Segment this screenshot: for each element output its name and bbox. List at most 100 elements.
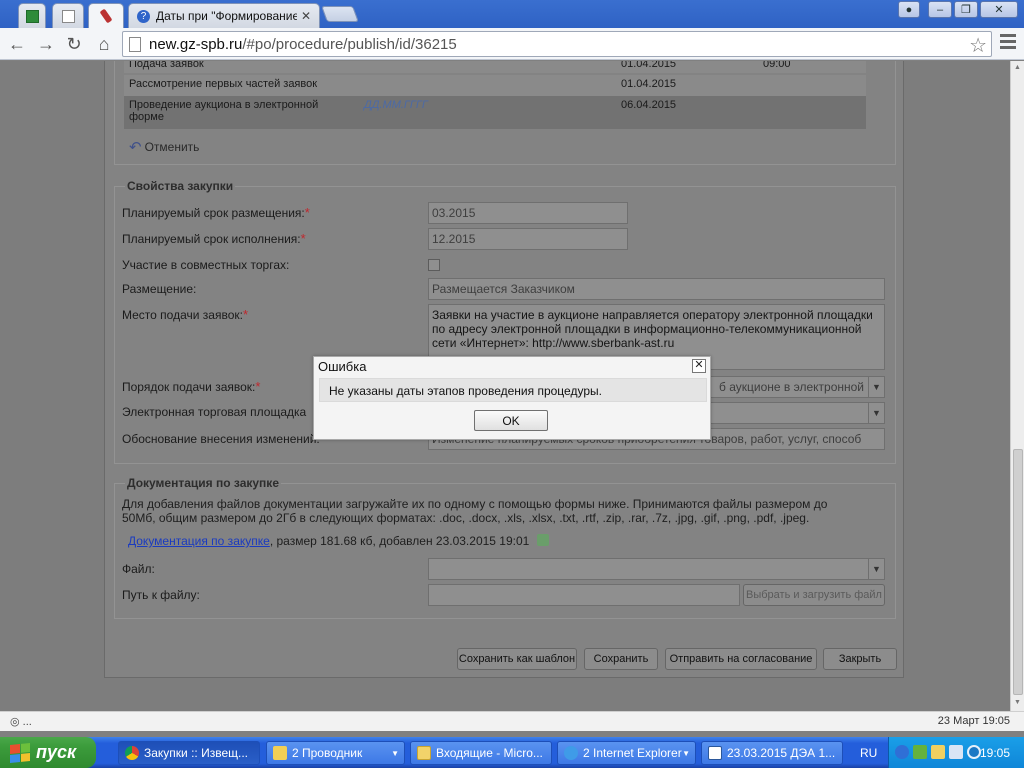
- spreadsheet-icon: [25, 9, 39, 23]
- close-icon[interactable]: ✕: [301, 9, 311, 23]
- tab-tools[interactable]: [88, 3, 124, 28]
- status-datetime: 23 Март 19:05: [937, 715, 1010, 727]
- new-tab-button[interactable]: [321, 6, 359, 22]
- stage-date: 01.04.2015: [621, 61, 677, 70]
- joint-trading-checkbox[interactable]: [428, 259, 440, 271]
- task-label: Закупки :: Извещ...: [144, 746, 249, 760]
- tab-active-page[interactable]: ? Даты при "Формирование и ✕: [128, 3, 320, 28]
- taskbar-item-outlook[interactable]: Входящие - Micro...: [410, 741, 552, 765]
- change-reason-label: Обоснование внесения изменений:: [122, 432, 320, 446]
- upload-file-button[interactable]: Выбрать и загрузить файл: [743, 584, 885, 606]
- doc-entry: Документация по закупке, размер 181.68 к…: [128, 534, 549, 548]
- menu-icon[interactable]: [1000, 34, 1016, 52]
- outlook-icon: [417, 746, 431, 760]
- status-left: ◎ ...: [10, 716, 32, 728]
- task-label: 2 Проводник: [292, 746, 363, 760]
- tab-title: Даты при "Формирование и: [156, 9, 297, 23]
- file-path-label: Путь к файлу:: [122, 588, 200, 602]
- doc-meta: , размер 181.68 кб, добавлен 23.03.2015 …: [269, 534, 530, 548]
- delete-file-icon[interactable]: [536, 534, 549, 546]
- browser-tabstrip: ? Даты при "Формирование и ✕ ● – ❐ ✕: [0, 0, 1024, 28]
- network-icon[interactable]: [913, 745, 927, 759]
- display-icon[interactable]: [949, 745, 963, 759]
- planned-placement-field[interactable]: 03.2015: [428, 202, 628, 224]
- stage-name: Подача заявок: [129, 61, 204, 70]
- profile-icon[interactable]: ●: [898, 1, 920, 18]
- ok-button[interactable]: OK: [474, 410, 548, 431]
- taskbar-item-word[interactable]: 23.03.2015 ДЭА 1...: [701, 741, 843, 765]
- error-dialog: Ошибка ✕ Не указаны даты этапов проведен…: [313, 356, 711, 440]
- browser-toolbar: ← → ↻ ⌂ new.gz-spb.ru/#po/procedure/publ…: [0, 28, 1024, 60]
- placement-label: Размещение:: [122, 282, 197, 296]
- close-button[interactable]: Закрыть: [823, 648, 897, 670]
- planned-execution-field[interactable]: 12.2015: [428, 228, 628, 250]
- stage-date: 01.04.2015: [621, 78, 677, 90]
- task-label: Входящие - Micro...: [436, 746, 543, 760]
- scroll-down-icon[interactable]: ▼: [1014, 699, 1021, 706]
- taskbar-item-explorer[interactable]: 2 Проводник ▼: [266, 741, 405, 765]
- status-bar: ◎ ... 23 Март 19:05: [0, 711, 1024, 731]
- save-template-button[interactable]: Сохранить как шаблон: [457, 648, 577, 670]
- application-place-text: Заявки на участие в аукционе направляетс…: [432, 308, 873, 350]
- stage-time: 09:00: [763, 61, 791, 70]
- language-indicator[interactable]: RU: [860, 746, 877, 760]
- stage-name: Проведение аукциона в электронной форме: [129, 99, 319, 123]
- platform-label: Электронная торговая площадка: [122, 405, 307, 419]
- stage-date: 06.04.2015: [621, 99, 677, 111]
- docs-info-text: Для добавления файлов документации загру…: [122, 497, 828, 525]
- scroll-up-icon[interactable]: ▲: [1014, 64, 1021, 71]
- docs-legend: Документация по закупке: [125, 476, 281, 490]
- chevron-down-icon[interactable]: ▼: [868, 559, 884, 579]
- back-arrow-icon[interactable]: [895, 745, 909, 759]
- send-approval-button[interactable]: Отправить на согласование: [665, 648, 817, 670]
- taskbar-item-chrome[interactable]: Закупки :: Извещ...: [118, 741, 260, 765]
- scrollbar-thumb[interactable]: [1013, 449, 1023, 695]
- clock[interactable]: 19:05: [980, 746, 1010, 760]
- ie-tray-icon[interactable]: [967, 745, 981, 759]
- mail-tray-icon[interactable]: [931, 745, 945, 759]
- help-icon: ?: [137, 9, 150, 23]
- taskbar-item-ie[interactable]: 2 Internet Explorer ▼: [557, 741, 696, 765]
- stage-name: Рассмотрение первых частей заявок: [129, 78, 318, 90]
- table-row[interactable]: Рассмотрение первых частей заявок 01.04.…: [124, 75, 866, 96]
- save-button[interactable]: Сохранить: [584, 648, 658, 670]
- task-label: 23.03.2015 ДЭА 1...: [727, 746, 836, 760]
- back-icon[interactable]: ←: [5, 32, 29, 56]
- task-label: 2 Internet Explorer: [583, 746, 682, 760]
- bookmark-star-icon[interactable]: ☆: [969, 33, 987, 58]
- chrome-icon: [125, 746, 139, 760]
- url-text: new.gz-spb.ru/#po/procedure/publish/id/3…: [149, 36, 457, 53]
- cancel-link[interactable]: ↶ Отменить: [129, 138, 199, 156]
- tab-spreadsheet[interactable]: [18, 3, 46, 28]
- page-scrollbar[interactable]: ▲ ▼: [1010, 61, 1024, 711]
- placement-field[interactable]: Размещается Заказчиком: [428, 278, 885, 300]
- reload-icon[interactable]: ↻: [62, 32, 86, 56]
- doc-link[interactable]: Документация по закупке: [128, 534, 270, 548]
- file-select[interactable]: ▼: [428, 558, 885, 580]
- address-bar[interactable]: new.gz-spb.ru/#po/procedure/publish/id/3…: [122, 31, 992, 57]
- tab-page[interactable]: [52, 3, 84, 28]
- dialog-title: Ошибка: [318, 359, 367, 374]
- restore-button[interactable]: ❐: [954, 1, 978, 18]
- forward-icon[interactable]: →: [34, 32, 58, 56]
- chevron-down-icon[interactable]: ▼: [868, 377, 884, 397]
- home-icon[interactable]: ⌂: [92, 32, 116, 56]
- table-row-selected[interactable]: Проведение аукциона в электронной форме …: [124, 96, 866, 129]
- file-path-field[interactable]: [428, 584, 740, 606]
- minimize-button[interactable]: –: [928, 1, 952, 18]
- file-label: Файл:: [122, 562, 155, 576]
- start-button[interactable]: пуск: [0, 737, 96, 768]
- error-message: Не указаны даты этапов проведения процед…: [329, 384, 602, 398]
- chevron-down-icon[interactable]: ▼: [682, 749, 690, 758]
- close-icon[interactable]: ✕: [692, 359, 706, 373]
- date-hint[interactable]: ДД.ММ.ГГГГ: [364, 99, 428, 111]
- planned-execution-label: Планируемый срок исполнения:*: [122, 231, 306, 246]
- table-row[interactable]: Подача заявок 01.04.2015 09:00: [124, 61, 866, 73]
- chevron-down-icon[interactable]: ▼: [868, 403, 884, 423]
- chevron-down-icon[interactable]: ▼: [391, 749, 399, 758]
- properties-legend: Свойства закупки: [125, 179, 236, 193]
- system-tray: 19:05: [888, 737, 1024, 768]
- undo-icon: ↶: [129, 139, 142, 156]
- folder-icon: [273, 746, 287, 760]
- window-close-button[interactable]: ✕: [980, 1, 1018, 18]
